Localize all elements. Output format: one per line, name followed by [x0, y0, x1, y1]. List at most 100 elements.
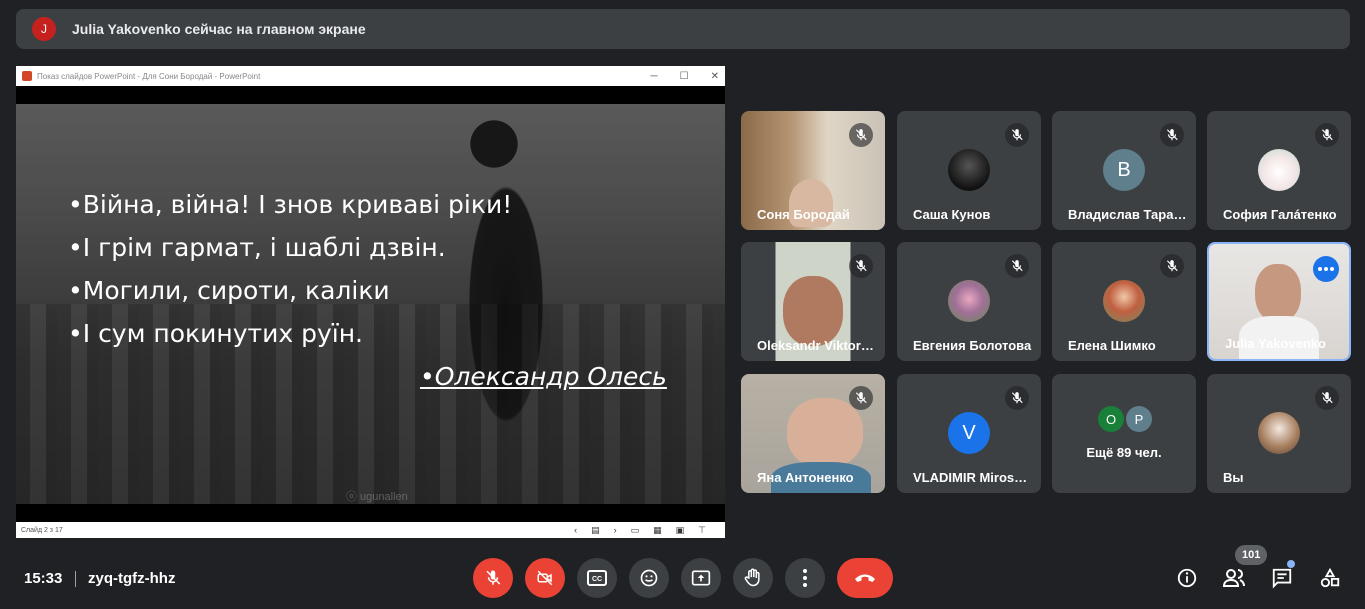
mic-toggle-button[interactable]: [473, 558, 513, 598]
participant-name: Владислав Тарасов: [1068, 207, 1188, 222]
participant-tile-10[interactable]: V VLADIMIR Miroshnichenko: [897, 374, 1041, 493]
participant-tile-self[interactable]: Вы: [1207, 374, 1351, 493]
mic-off-icon: [849, 254, 873, 278]
mic-off-icon: [1315, 123, 1339, 147]
participant-name: Вы: [1223, 470, 1244, 485]
mic-off-icon: [849, 386, 873, 410]
chat-icon: [1272, 568, 1292, 589]
participant-avatar: [948, 149, 990, 191]
normal-view-icon[interactable]: ▭: [631, 525, 640, 536]
reading-view-icon[interactable]: ▣: [676, 525, 685, 536]
raise-hand-button[interactable]: [733, 558, 773, 598]
chat-button[interactable]: [1270, 566, 1294, 590]
presentation-view: Показ слайдов PowerPoint - Для Сони Боро…: [16, 66, 725, 538]
more-vert-icon: [803, 569, 807, 587]
reactions-button[interactable]: [629, 558, 669, 598]
mic-off-icon: [849, 123, 873, 147]
poem-line-1: •Війна, війна! І знов криваві ріки!: [68, 190, 513, 219]
call-end-icon: [855, 574, 875, 582]
participant-name: Соня Бородай: [757, 207, 850, 222]
ppt-window-title: Показ слайдов PowerPoint - Для Сони Боро…: [37, 71, 261, 81]
present-screen-button[interactable]: [681, 558, 721, 598]
chat-notification-dot: [1287, 560, 1295, 568]
participant-tile-9[interactable]: Яна Антоненко: [741, 374, 885, 493]
participant-avatar: B: [1103, 149, 1145, 191]
ppt-statusbar: Слайд 2 з 17 ‹ ▤ › ▭ ▦ ▣ ⊤: [16, 522, 725, 538]
participant-name: Саша Кунов: [913, 207, 991, 222]
grid-view-icon[interactable]: ▦: [653, 525, 662, 536]
participant-tile-more[interactable]: O P Ещё 89 чел.: [1052, 374, 1196, 493]
slide: •Війна, війна! І знов криваві ріки! •І г…: [16, 104, 725, 504]
slideshow-icon[interactable]: ⊤: [698, 525, 706, 536]
participant-tile-6[interactable]: Евгения Болотова: [897, 242, 1041, 361]
present-screen-icon: [691, 570, 711, 586]
svg-text:CC: CC: [592, 576, 602, 583]
prev-slide-icon[interactable]: ‹: [574, 525, 577, 536]
participant-tile-7[interactable]: Елена Шимко: [1052, 242, 1196, 361]
meeting-code: zyq-tgfz-hhz: [88, 570, 176, 587]
participant-count-badge: 101: [1235, 545, 1268, 565]
minimize-icon[interactable]: ─: [651, 71, 658, 82]
people-icon: [1222, 569, 1245, 587]
powerpoint-icon: [22, 71, 32, 81]
participant-tile-2[interactable]: Саша Кунов: [897, 111, 1041, 230]
group-avatar-1: O: [1098, 406, 1124, 432]
mic-off-icon: [1315, 386, 1339, 410]
participant-name: Julia Yakovenko: [1225, 336, 1326, 351]
slide-sorter-icon[interactable]: ▤: [591, 525, 600, 536]
participant-avatar: [1103, 280, 1145, 322]
participant-tile-8[interactable]: Julia Yakovenko: [1207, 242, 1351, 361]
participant-tile-5[interactable]: Oleksandr Viktorovich: [741, 242, 885, 361]
mic-off-icon: [1005, 254, 1029, 278]
poem-line-3: •Могили, сироти, каліки: [68, 276, 390, 305]
participant-tile-4[interactable]: София Галáтенко: [1207, 111, 1351, 230]
participant-name: София Галáтенко: [1223, 207, 1337, 222]
poem-line-4: •І сум покинутих руїн.: [68, 319, 363, 348]
ppt-window-titlebar: Показ слайдов PowerPoint - Для Сони Боро…: [16, 66, 725, 86]
more-participants-label: Ещё 89 чел.: [1086, 445, 1162, 460]
participant-name: Евгения Болотова: [913, 338, 1032, 353]
participants-button[interactable]: [1222, 566, 1246, 590]
participant-name: Oleksandr Viktorovich: [757, 338, 877, 353]
more-options-button[interactable]: [1313, 256, 1339, 282]
poem-author: •Олександр Олесь: [420, 362, 667, 391]
participant-avatar: [1258, 412, 1300, 454]
poem-line-2: •І грім гармат, і шаблі дзвін.: [68, 233, 446, 262]
info-icon: [1177, 568, 1197, 588]
camera-toggle-button[interactable]: [525, 558, 565, 598]
slide-watermark: ⓞ ugunallen: [346, 491, 408, 503]
window-controls: ─ ☐ ✕: [651, 71, 719, 82]
maximize-icon[interactable]: ☐: [680, 71, 689, 82]
participant-name: Елена Шимко: [1068, 338, 1156, 353]
mic-off-icon: [1005, 123, 1029, 147]
participant-avatar: V: [948, 412, 990, 454]
activities-icon: [1320, 567, 1340, 588]
close-icon[interactable]: ✕: [711, 71, 719, 82]
mic-off-icon: [486, 570, 501, 585]
participant-tile-1[interactable]: Соня Бородай: [741, 111, 885, 230]
leave-call-button[interactable]: [837, 558, 893, 598]
participant-tile-3[interactable]: B Владислав Тарасов: [1052, 111, 1196, 230]
emoji-icon: [640, 569, 658, 587]
next-slide-icon[interactable]: ›: [614, 525, 617, 536]
participant-avatar: [948, 280, 990, 322]
hand-icon: [744, 568, 760, 587]
more-options-button[interactable]: [785, 558, 825, 598]
slide-counter: Слайд 2 з 17: [21, 526, 63, 534]
activities-button[interactable]: [1318, 566, 1342, 590]
presenting-text: Julia Yakovenko сейчас на главном экране: [72, 21, 366, 37]
clock: 15:33: [24, 570, 63, 587]
camera-off-icon: [537, 570, 553, 586]
group-avatar-2: P: [1126, 406, 1152, 432]
participant-name: Яна Антоненко: [757, 470, 854, 485]
participant-avatar: [1258, 149, 1300, 191]
control-bar: 15:33 zyq-tgfz-hhz CC: [0, 553, 1365, 609]
presenter-avatar: J: [32, 17, 56, 41]
participant-name: VLADIMIR Miroshnichenko: [913, 470, 1033, 485]
captions-icon: CC: [587, 570, 607, 586]
meeting-details-button[interactable]: [1175, 566, 1199, 590]
mic-off-icon: [1160, 254, 1184, 278]
mic-off-icon: [1005, 386, 1029, 410]
presenting-banner: J Julia Yakovenko сейчас на главном экра…: [16, 9, 1350, 49]
captions-button[interactable]: CC: [577, 558, 617, 598]
